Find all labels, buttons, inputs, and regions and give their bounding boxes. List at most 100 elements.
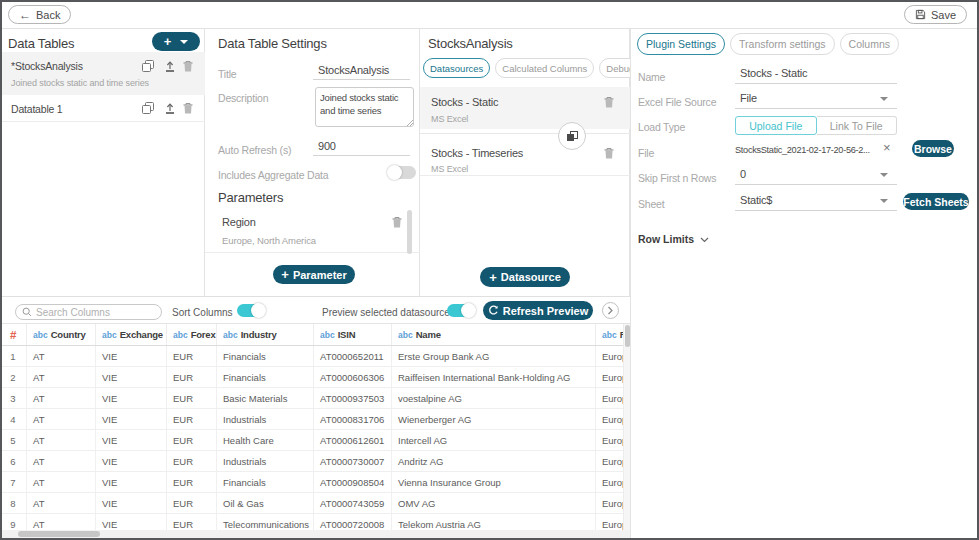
column-header-isin[interactable]: abcISIN (314, 324, 392, 345)
sheet-select[interactable]: Static$ (735, 194, 897, 211)
refresh-preview-button[interactable]: Refresh Preview (483, 301, 593, 320)
table-cell: 2 (0, 367, 27, 387)
table-cell: AT (27, 472, 96, 492)
chevron-down-icon[interactable] (700, 237, 709, 243)
row-limits-label: Row Limits (638, 233, 694, 245)
resize-handle-icon[interactable] (407, 120, 413, 126)
table-cell: AT0000652011 (314, 346, 392, 366)
column-header-country[interactable]: abcCountry (27, 324, 96, 345)
table-cell: EUR (167, 472, 217, 492)
excel-file-source-select[interactable]: File (735, 92, 897, 109)
upload-file-button[interactable]: Upload File (735, 116, 817, 135)
title-input[interactable]: StocksAnalysis (313, 64, 410, 80)
name-input[interactable]: Stocks - Static (735, 67, 897, 84)
data-tables-title: Data Tables (8, 36, 74, 51)
toggle-knob (461, 303, 476, 318)
datasource-type: MS Excel (431, 164, 468, 174)
refresh-preview-label: Refresh Preview (503, 305, 589, 317)
auto-refresh-input[interactable]: 900 (313, 140, 410, 156)
expand-preview-button[interactable] (602, 302, 619, 319)
data-table-item-selected[interactable]: *StocksAnalysis Joined stocks static and… (0, 52, 205, 95)
trash-icon[interactable] (603, 96, 616, 109)
tab-transform-settings[interactable]: Transform settings (730, 33, 835, 55)
plus-icon: + (281, 268, 289, 281)
table-cell: AT0000831706 (314, 409, 392, 429)
skip-first-n-rows-label: Skip First n Rows (638, 172, 716, 184)
preview-datasource-toggle[interactable] (447, 304, 475, 317)
add-parameter-button[interactable]: + Parameter (273, 265, 355, 284)
copy-icon[interactable] (142, 60, 155, 73)
tab-calculated-columns[interactable]: Calculated Columns (495, 58, 594, 78)
back-label: Back (36, 9, 60, 21)
sheet-label: Sheet (638, 198, 664, 210)
column-header-exchange[interactable]: abcExchange (96, 324, 167, 345)
datasource-item[interactable]: Stocks - Timeseries MS Excel (420, 140, 630, 176)
table-row: 3ATVIEEURBasic MaterialsAT0000937503voes… (0, 388, 630, 409)
add-datasource-button[interactable]: + Datasource (480, 267, 570, 287)
table-cell: VIE (96, 451, 167, 471)
search-columns-input[interactable] (15, 304, 162, 320)
data-table-item[interactable]: Datatable 1 (0, 95, 205, 122)
aggregate-toggle[interactable] (388, 166, 416, 179)
column-header-forex[interactable]: abcForex (167, 324, 217, 345)
tab-columns[interactable]: Columns (840, 33, 899, 55)
table-cell: Vienna Insurance Group (392, 472, 596, 492)
chevron-right-icon (607, 306, 614, 315)
vertical-scrollbar[interactable] (623, 324, 630, 530)
auto-refresh-label: Auto Refresh (s) (218, 144, 291, 156)
table-cell: Financials (217, 472, 314, 492)
table-row: 6ATVIEEURIndustrialsAT0000730007Andritz … (0, 451, 630, 472)
tab-plugin-settings[interactable]: Plugin Settings (637, 33, 725, 55)
sort-columns-toggle[interactable] (237, 304, 265, 317)
table-cell: 7 (0, 472, 27, 492)
add-data-table-button[interactable]: + (152, 32, 200, 51)
tab-datasources[interactable]: Datasources (423, 58, 490, 78)
clear-file-icon[interactable]: × (883, 143, 891, 153)
scrollbar-thumb[interactable] (407, 210, 412, 254)
chevron-down-icon[interactable] (880, 173, 888, 177)
table-cell: AT0000743059 (314, 493, 392, 513)
datasource-item-selected[interactable]: Stocks - Static MS Excel (420, 87, 630, 129)
trash-icon[interactable] (391, 216, 404, 229)
save-button[interactable]: Save (904, 5, 967, 24)
scrollbar-thumb[interactable] (625, 325, 630, 347)
file-label: File (638, 147, 654, 159)
table-cell: Financials (217, 346, 314, 366)
parameter-item[interactable]: Region Europe, North America (205, 207, 420, 253)
row-index-header[interactable]: # (0, 324, 27, 345)
table-cell: Financials (217, 367, 314, 387)
excel-file-source-label: Excel File Source (638, 96, 716, 108)
trash-icon[interactable] (603, 147, 616, 160)
table-cell: AT (27, 346, 96, 366)
preview-section: Sort Columns Preview selected datasource… (0, 296, 630, 538)
horizontal-scrollbar[interactable] (0, 530, 630, 538)
parameter-value: Europe, North America (222, 235, 316, 246)
search-columns-field[interactable] (36, 307, 146, 318)
column-header-industry[interactable]: abcIndustry (217, 324, 314, 345)
table-cell: Basic Materials (217, 388, 314, 408)
chevron-down-icon[interactable] (880, 97, 888, 101)
upload-icon[interactable] (164, 60, 177, 73)
upload-icon[interactable] (164, 102, 177, 115)
table-cell: EUR (167, 493, 217, 513)
scrollbar-thumb[interactable] (18, 531, 100, 537)
add-parameter-label: Parameter (293, 269, 347, 281)
table-cell: AT (27, 409, 96, 429)
skip-first-n-rows-select[interactable]: 0 (735, 168, 897, 185)
trash-icon[interactable] (182, 60, 195, 73)
table-cell: EUR (167, 388, 217, 408)
duplicate-datasource-button[interactable] (558, 122, 586, 150)
column-header-name[interactable]: abcName (392, 324, 596, 345)
link-to-file-button[interactable]: Link To File (817, 116, 898, 135)
browse-button[interactable]: Browse (912, 140, 954, 157)
back-arrow-icon: ← (19, 8, 31, 22)
table-row: 2ATVIEEURFinancialsAT0000606306Raiffeise… (0, 367, 630, 388)
trash-icon[interactable] (182, 102, 195, 115)
fetch-sheets-button[interactable]: Fetch Sheets (903, 193, 969, 210)
table-cell: AT (27, 367, 96, 387)
description-input[interactable]: Joined stocks static and time series (315, 87, 414, 127)
back-button[interactable]: ← Back (8, 5, 71, 24)
chevron-down-icon (180, 40, 188, 44)
copy-icon[interactable] (142, 102, 155, 115)
chevron-down-icon[interactable] (880, 199, 888, 203)
